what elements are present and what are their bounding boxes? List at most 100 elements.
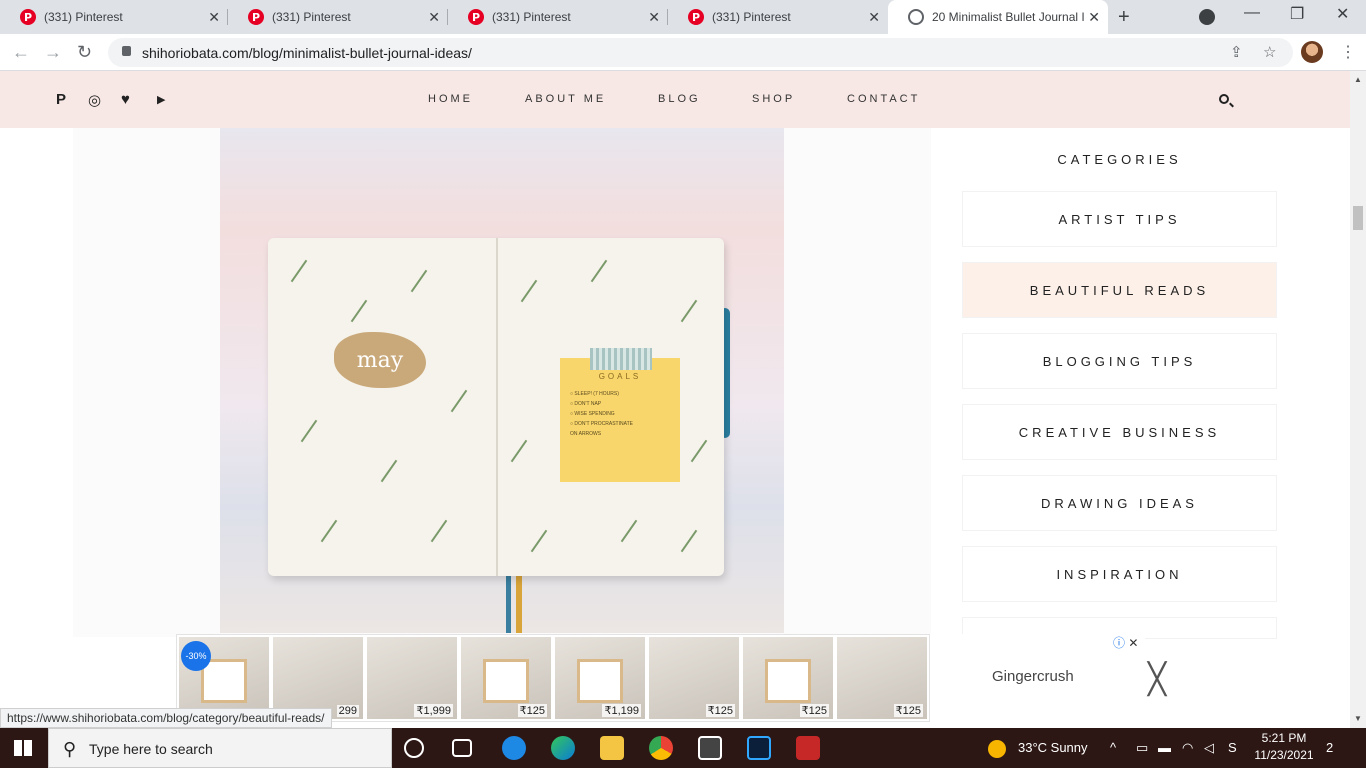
category-blogging-tips[interactable]: BLOGGING TIPS bbox=[963, 334, 1276, 388]
close-tab-icon[interactable]: ✕ bbox=[428, 9, 440, 26]
status-bar-url: https://www.shihoriobata.com/blog/catego… bbox=[0, 708, 332, 728]
acrobat-icon[interactable] bbox=[796, 736, 820, 760]
pinterest-icon: P bbox=[468, 9, 484, 25]
nav-blog[interactable]: BLOG bbox=[658, 93, 701, 105]
ad-price: ₹125 bbox=[799, 704, 829, 717]
bookmark-star-icon[interactable]: ☆ bbox=[1263, 43, 1276, 61]
tab-search-icon[interactable] bbox=[1199, 9, 1215, 25]
address-bar[interactable]: shihoriobata.com/blog/minimalist-bullet-… bbox=[108, 38, 1293, 67]
browser-tab-active[interactable]: 20 Minimalist Bullet Journal I ✕ bbox=[888, 0, 1108, 34]
cortana-icon[interactable] bbox=[404, 738, 424, 758]
category-inspiration[interactable]: INSPIRATION bbox=[963, 547, 1276, 601]
wifi-icon[interactable]: ◠ bbox=[1182, 740, 1193, 756]
weather-sun-icon[interactable] bbox=[988, 740, 1006, 758]
edge-icon[interactable] bbox=[551, 736, 575, 760]
ad-product-tile[interactable]: ₹1,199 bbox=[555, 637, 645, 719]
ad-price: ₹125 bbox=[517, 704, 547, 717]
tray-chevron-icon[interactable]: ^ bbox=[1110, 740, 1116, 755]
ad-price: ₹1,199 bbox=[602, 704, 641, 717]
browser-tab[interactable]: P (331) Pinterest ✕ bbox=[228, 0, 448, 34]
youtube-icon[interactable]: ▶ bbox=[157, 93, 165, 106]
restore-button[interactable]: ❐ bbox=[1290, 4, 1304, 24]
close-tab-icon[interactable]: ✕ bbox=[868, 9, 880, 26]
windows-start-icon[interactable] bbox=[14, 740, 32, 756]
nav-shop[interactable]: SHOP bbox=[752, 93, 795, 105]
pinterest-icon: P bbox=[20, 9, 36, 25]
share-icon[interactable]: ⇪ bbox=[1230, 43, 1243, 61]
ad-product-tile[interactable]: ₹125 bbox=[649, 637, 739, 719]
scroll-down-arrow[interactable]: ▼ bbox=[1354, 714, 1362, 723]
close-tab-icon[interactable]: ✕ bbox=[1088, 9, 1100, 26]
category-beautiful-reads[interactable]: BEAUTIFUL READS bbox=[963, 263, 1276, 317]
meet-icon[interactable]: ▭ bbox=[1136, 740, 1148, 756]
nav-contact[interactable]: CONTACT bbox=[847, 93, 920, 105]
pinterest-icon: P bbox=[248, 9, 264, 25]
lock-icon[interactable] bbox=[122, 46, 131, 56]
discount-badge: -30% bbox=[181, 641, 211, 671]
ad-info-icon[interactable]: ⓘ ✕ bbox=[1113, 634, 1138, 651]
browser-toolbar: ← → ↻ shihoriobata.com/blog/minimalist-b… bbox=[0, 34, 1366, 71]
back-button[interactable]: ← bbox=[12, 42, 30, 63]
chrome-icon[interactable] bbox=[649, 736, 673, 760]
photoshop-icon[interactable] bbox=[747, 736, 771, 760]
ad-brand[interactable]: Gingercrush bbox=[992, 668, 1074, 685]
page-scrollbar[interactable]: ▲ ▼ bbox=[1350, 71, 1366, 728]
new-tab-button[interactable]: + bbox=[1118, 6, 1130, 29]
close-tab-icon[interactable]: ✕ bbox=[648, 9, 660, 26]
browser-tab[interactable]: P (331) Pinterest ✕ bbox=[0, 0, 228, 34]
close-tab-icon[interactable]: ✕ bbox=[208, 9, 220, 26]
scroll-up-arrow[interactable]: ▲ bbox=[1354, 75, 1362, 84]
category-creative-business[interactable]: CREATIVE BUSINESS bbox=[963, 405, 1276, 459]
instagram-icon[interactable]: ◎ bbox=[88, 91, 101, 109]
forward-button[interactable]: → bbox=[44, 42, 62, 63]
pinterest-icon[interactable]: P bbox=[56, 91, 66, 108]
ad-product-tile[interactable]: ₹125 bbox=[461, 637, 551, 719]
ad-product-tile[interactable]: ₹125 bbox=[743, 637, 833, 719]
browser-tab[interactable]: P (331) Pinterest ✕ bbox=[668, 0, 888, 34]
taskbar-search[interactable]: ⚲ Type here to search bbox=[48, 728, 392, 768]
minimize-button[interactable]: — bbox=[1244, 4, 1260, 22]
category-artist-tips[interactable]: ARTIST TIPS bbox=[963, 192, 1276, 246]
battery-icon[interactable]: ▬ bbox=[1158, 740, 1171, 755]
ad-price: ₹125 bbox=[705, 704, 735, 717]
ad-price: 299 bbox=[336, 705, 359, 717]
washi-tape bbox=[590, 348, 652, 370]
nav-home[interactable]: HOME bbox=[428, 93, 473, 105]
browser-tab[interactable]: P (331) Pinterest ✕ bbox=[448, 0, 668, 34]
ad-price: ₹1,999 bbox=[414, 704, 453, 717]
reload-button[interactable]: ↻ bbox=[77, 42, 92, 63]
file-explorer-icon[interactable] bbox=[600, 736, 624, 760]
ad-product-tile[interactable]: -30% bbox=[179, 637, 269, 719]
task-view-icon[interactable] bbox=[452, 739, 472, 757]
taskbar-clock[interactable]: 5:21 PM 11/23/2021 bbox=[1250, 730, 1318, 764]
ad-product-tile[interactable]: ₹1,999 bbox=[367, 637, 457, 719]
ad-price: ₹125 bbox=[893, 704, 923, 717]
pinterest-icon: P bbox=[688, 9, 704, 25]
volume-icon[interactable]: ◁ bbox=[1204, 740, 1214, 756]
heart-icon[interactable]: ♥ bbox=[121, 91, 130, 108]
notebook-spread: may GOALS ○ SLEEP! (7 HOURS) ○ DON'T NAP… bbox=[268, 238, 724, 576]
ad-close-icon[interactable]: ╳ bbox=[1148, 662, 1166, 697]
nav-about-me[interactable]: ABOUT ME bbox=[525, 93, 606, 105]
scroll-thumb[interactable] bbox=[1353, 206, 1363, 230]
journal-photo: may GOALS ○ SLEEP! (7 HOURS) ○ DON'T NAP… bbox=[220, 128, 784, 633]
search-icon[interactable] bbox=[1219, 94, 1229, 104]
notifications-icon[interactable]: 2 bbox=[1326, 740, 1333, 755]
category-drawing-ideas[interactable]: DRAWING IDEAS bbox=[963, 476, 1276, 530]
tab-title: (331) Pinterest bbox=[272, 10, 351, 24]
url-text[interactable]: shihoriobata.com/blog/minimalist-bullet-… bbox=[142, 45, 472, 61]
ad-product-tile[interactable]: ₹125 bbox=[837, 637, 927, 719]
ad-product-tile[interactable]: 299 bbox=[273, 637, 363, 719]
ie-icon[interactable] bbox=[502, 736, 526, 760]
profile-avatar[interactable] bbox=[1301, 41, 1323, 63]
tab-title: (331) Pinterest bbox=[44, 10, 123, 24]
tab-title: (331) Pinterest bbox=[492, 10, 571, 24]
weather-text[interactable]: 33°C Sunny bbox=[1018, 740, 1088, 755]
goals-sticky-note: GOALS ○ SLEEP! (7 HOURS) ○ DON'T NAP ○ W… bbox=[560, 358, 680, 482]
skype-icon[interactable]: S bbox=[1228, 740, 1237, 755]
menu-icon[interactable]: ⋮ bbox=[1340, 42, 1356, 62]
taskbar-search-placeholder: Type here to search bbox=[89, 741, 213, 757]
store-icon[interactable] bbox=[698, 736, 722, 760]
window-close-button[interactable]: ✕ bbox=[1336, 4, 1349, 24]
tab-title: (331) Pinterest bbox=[712, 10, 791, 24]
